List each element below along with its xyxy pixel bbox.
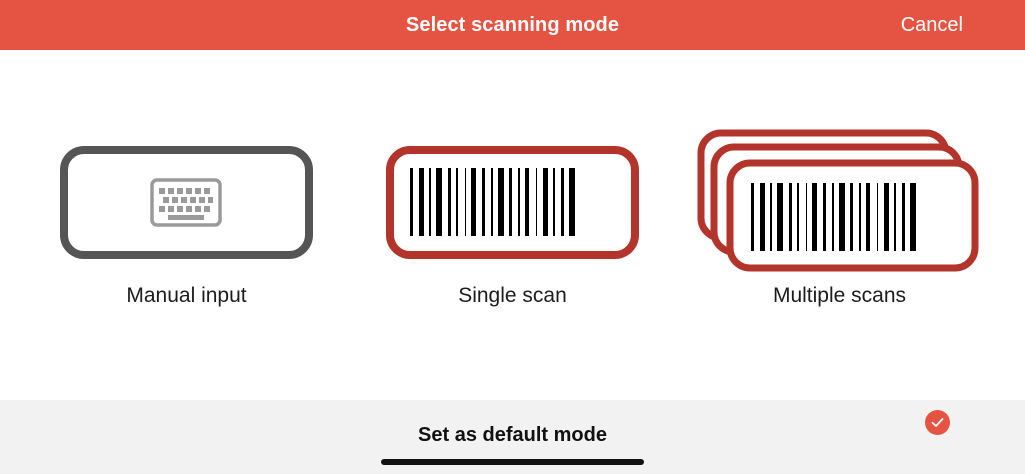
mode-multiple-scans[interactable]: Multiple scans <box>697 129 982 316</box>
cancel-button[interactable]: Cancel <box>901 0 963 50</box>
mode-label-manual: Manual input <box>126 284 247 307</box>
header-bar: Select scanning mode Cancel <box>0 0 1025 50</box>
checkmark-icon <box>931 418 944 427</box>
mode-manual-input[interactable]: Manual input <box>60 146 313 316</box>
multiple-barcode-card-icon <box>697 129 979 272</box>
keyboard-card-icon <box>60 146 313 259</box>
mode-single-scan[interactable]: Single scan <box>386 146 639 316</box>
single-barcode-card-icon <box>386 146 639 259</box>
set-default-mode-label[interactable]: Set as default mode <box>0 424 1025 447</box>
keyboard-icon <box>150 178 222 227</box>
mode-label-single: Single scan <box>458 284 567 307</box>
mode-label-multiple: Multiple scans <box>772 284 907 307</box>
page-title: Select scanning mode <box>405 14 620 36</box>
home-indicator <box>381 459 644 465</box>
scanning-mode-screen: Select scanning mode Cancel Manual input <box>0 0 1025 474</box>
default-mode-checkbox[interactable] <box>925 410 950 435</box>
